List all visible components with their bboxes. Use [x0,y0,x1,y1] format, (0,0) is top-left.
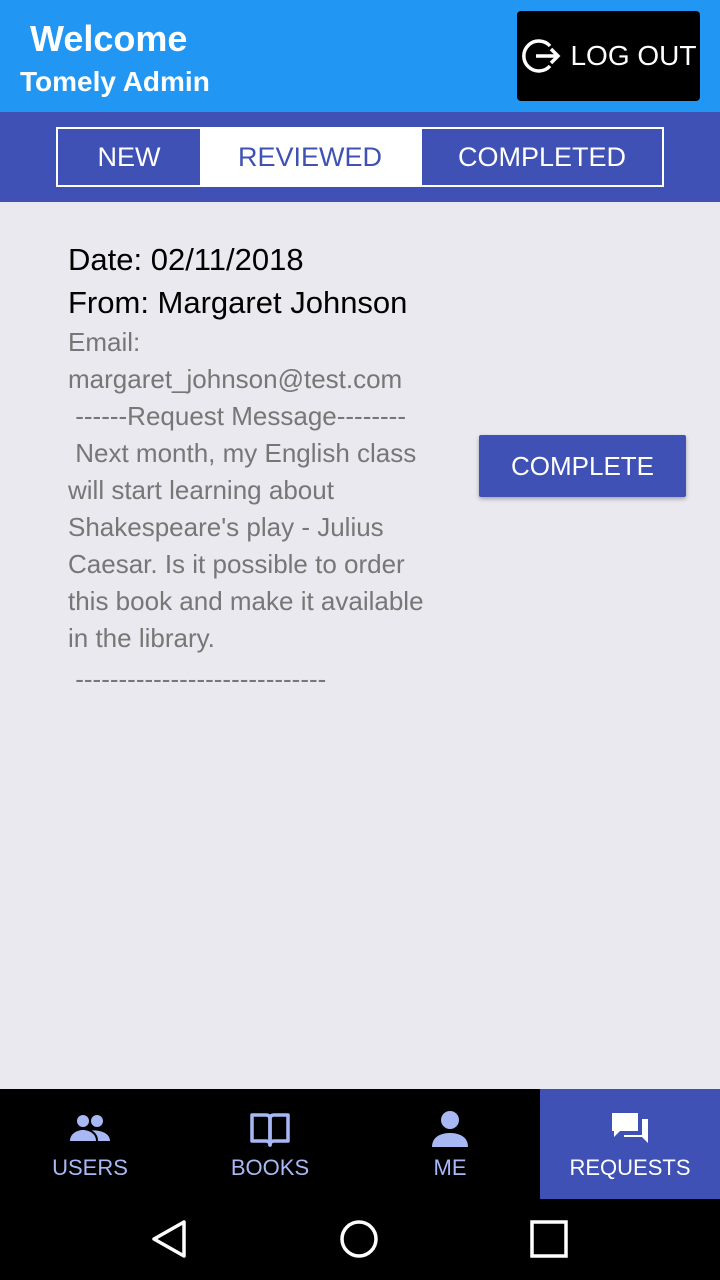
tab-new[interactable]: NEW [58,129,200,185]
tab-reviewed[interactable]: REVIEWED [200,129,420,185]
nav-users[interactable]: USERS [0,1089,180,1199]
request-from: From: Margaret Johnson [68,285,408,320]
tab-bar: NEW REVIEWED COMPLETED [0,112,720,202]
logout-button[interactable]: LOG OUT [517,11,700,101]
complete-button[interactable]: COMPLETE [479,435,686,497]
home-icon[interactable] [339,1219,379,1259]
tabs-segment: NEW REVIEWED COMPLETED [56,127,664,187]
logout-label: LOG OUT [570,40,697,71]
system-navigation-bar [0,1199,720,1280]
nav-requests-label: REQUESTS [569,1155,691,1180]
request-email: margaret_johnson@test.com [68,364,403,394]
users-icon [70,1115,110,1141]
person-icon [432,1111,468,1147]
nav-me[interactable]: ME [360,1089,540,1199]
nav-books[interactable]: BOOKS [180,1089,360,1199]
nav-books-label: BOOKS [230,1155,310,1180]
recents-icon[interactable] [529,1219,569,1259]
request-separator-bottom: ----------------------------- [68,664,327,694]
request-separator-top: ------Request Message-------- [68,401,406,431]
nav-requests[interactable]: REQUESTS [540,1089,720,1199]
admin-name: Tomely Admin [20,66,210,97]
welcome-title: Welcome [30,18,188,59]
app-header: Welcome Tomely Admin LOG OUT [0,0,720,112]
back-icon[interactable] [150,1219,190,1259]
chat-icon [612,1113,648,1143]
nav-users-label: USERS [52,1155,128,1180]
request-message: Next month, my English class will start … [68,438,431,653]
logout-icon [522,39,561,73]
tab-completed[interactable]: COMPLETED [420,129,662,185]
request-date: Date: 02/11/2018 [68,242,304,277]
nav-me-label: ME [433,1155,467,1180]
bottom-navigation: USERS BOOKS ME REQUESTS [0,1089,720,1199]
book-icon [250,1113,290,1147]
request-email-label: Email: [68,327,141,357]
request-card: Date: 02/11/2018 From: Margaret Johnson … [68,238,448,698]
